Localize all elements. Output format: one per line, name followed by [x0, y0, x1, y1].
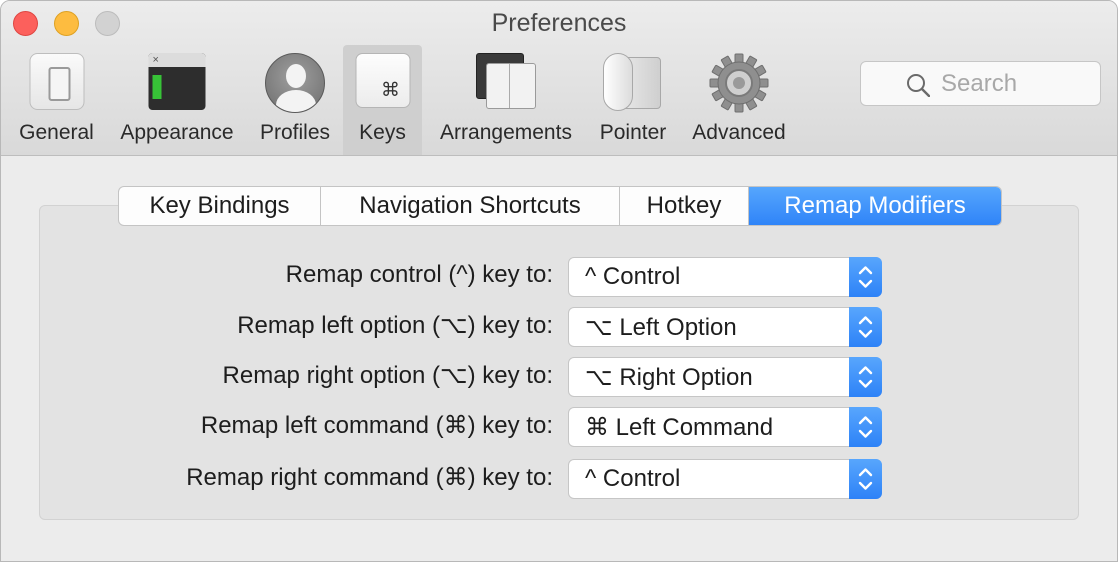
tab-navigation-shortcuts[interactable]: Navigation Shortcuts [321, 187, 620, 225]
search-field[interactable]: Search [860, 61, 1101, 106]
remap-right-command-select[interactable]: ^ Control [568, 459, 882, 499]
updown-chevron-icon [849, 459, 882, 499]
remap-control-select[interactable]: ^ Control [568, 257, 882, 297]
toolbar-profiles-label: Profiles [259, 121, 331, 144]
keys-tab-bar: Key Bindings Navigation Shortcuts Hotkey… [118, 186, 1002, 226]
remap-row-right-option: Remap right option (⌥) key to: ⌥ Right O… [1, 357, 1117, 397]
remap-left-command-value: ⌘ Left Command [585, 414, 774, 441]
remap-row-left-command: Remap left command (⌘) key to: ⌘ Left Co… [1, 407, 1117, 447]
search-icon [906, 73, 931, 102]
remap-left-command-label: Remap left command (⌘) key to: [200, 412, 553, 439]
toolbar-keys[interactable]: ⌘ Keys [343, 45, 422, 155]
remap-row-right-command: Remap right command (⌘) key to: ^ Contro… [1, 459, 1117, 499]
toolbar-arrangements[interactable]: Arrangements [429, 45, 583, 155]
toolbar-general[interactable]: General [9, 45, 104, 155]
gear-icon [709, 53, 769, 113]
remap-left-command-select[interactable]: ⌘ Left Command [568, 407, 882, 447]
remap-right-command-label: Remap right command (⌘) key to: [186, 464, 553, 491]
window-title: Preferences [491, 9, 627, 37]
remap-control-value: ^ Control [585, 263, 681, 290]
arrangements-icon [476, 53, 536, 111]
general-icon [29, 53, 84, 110]
appearance-icon: × [148, 53, 206, 110]
profiles-icon [265, 53, 325, 113]
remap-right-option-label: Remap right option (⌥) key to: [222, 362, 553, 389]
tab-key-bindings[interactable]: Key Bindings [119, 187, 321, 225]
toolbar-general-label: General [19, 121, 94, 144]
toolbar-advanced-label: Advanced [692, 121, 786, 144]
updown-chevron-icon [849, 357, 882, 397]
remap-right-option-select[interactable]: ⌥ Right Option [568, 357, 882, 397]
preferences-window: Preferences General × Appearance Profile… [0, 0, 1118, 562]
toolbar-arrangements-label: Arrangements [440, 121, 572, 144]
search-placeholder: Search [941, 70, 1018, 97]
remap-row-left-option: Remap left option (⌥) key to: ⌥ Left Opt… [1, 307, 1117, 347]
remap-left-option-value: ⌥ Left Option [585, 314, 737, 341]
toolbar-keys-label: Keys [359, 121, 406, 144]
toolbar-appearance[interactable]: × Appearance [111, 45, 243, 155]
remap-right-command-value: ^ Control [585, 465, 681, 492]
toolbar-pointer-label: Pointer [599, 121, 667, 144]
remap-right-option-value: ⌥ Right Option [585, 364, 753, 391]
toolbar-appearance-label: Appearance [120, 121, 234, 144]
updown-chevron-icon [849, 407, 882, 447]
remap-row-control: Remap control (^) key to: ^ Control [1, 257, 1117, 297]
pointer-icon [603, 53, 663, 113]
toolbar-pointer[interactable]: Pointer [591, 45, 675, 155]
updown-chevron-icon [849, 257, 882, 297]
remap-control-label: Remap control (^) key to: [285, 261, 553, 288]
tab-remap-modifiers[interactable]: Remap Modifiers [749, 187, 1001, 225]
titlebar-toolbar: Preferences General × Appearance Profile… [1, 1, 1117, 156]
keys-icon: ⌘ [355, 53, 410, 108]
toolbar-advanced[interactable]: Advanced [685, 45, 793, 155]
remap-left-option-label: Remap left option (⌥) key to: [237, 312, 553, 339]
toolbar-profiles[interactable]: Profiles [251, 45, 339, 155]
remap-left-option-select[interactable]: ⌥ Left Option [568, 307, 882, 347]
updown-chevron-icon [849, 307, 882, 347]
tab-hotkey[interactable]: Hotkey [620, 187, 749, 225]
